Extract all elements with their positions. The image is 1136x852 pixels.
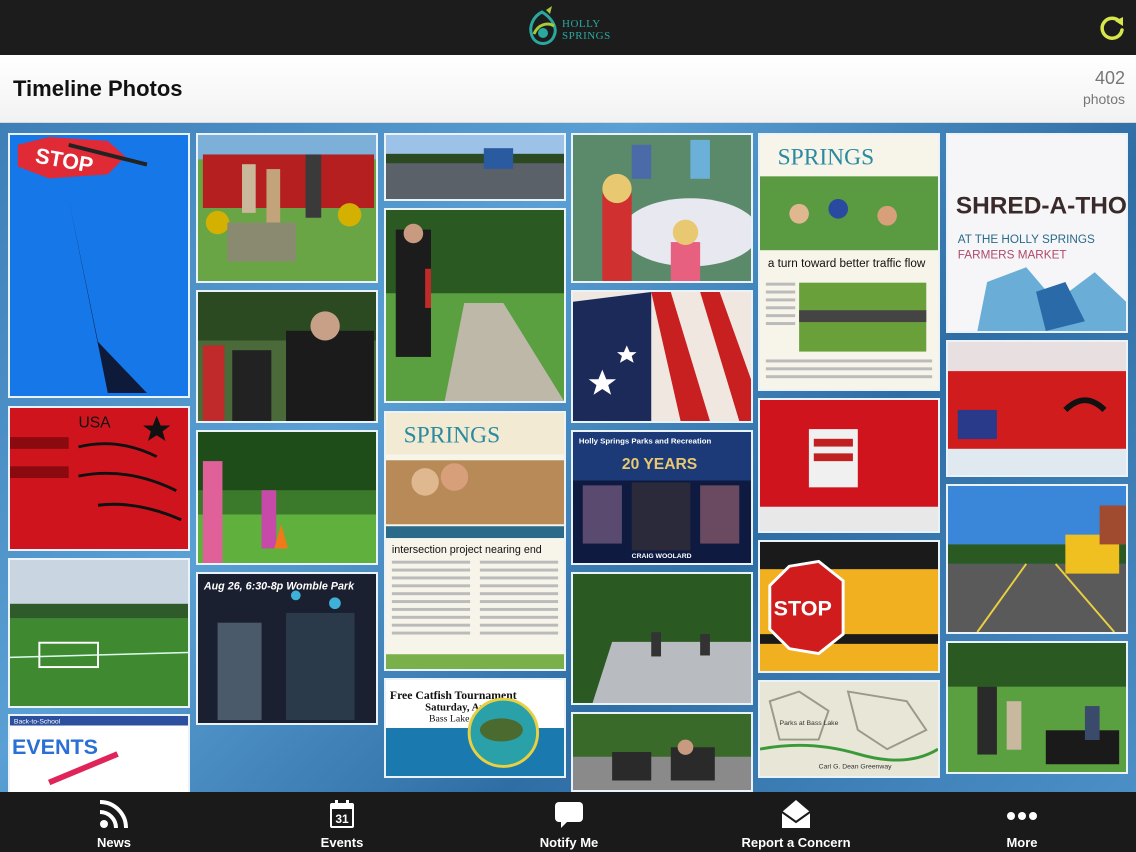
photo-events-flyer[interactable]: Back-to-School EVENTS bbox=[8, 714, 190, 792]
envelope-icon bbox=[781, 800, 811, 828]
springs1-title: SPRINGS bbox=[778, 144, 875, 170]
photo-kids-craft-table[interactable] bbox=[571, 133, 753, 283]
refresh-icon bbox=[1100, 16, 1124, 40]
tab-notify-me[interactable]: Notify Me bbox=[509, 792, 629, 852]
holly-springs-logo: HOLLY SPRINGS bbox=[522, 4, 622, 52]
tab-notify-label: Notify Me bbox=[539, 835, 599, 850]
logo-icon bbox=[529, 6, 557, 45]
tab-news[interactable]: News bbox=[54, 792, 174, 852]
photo-school-bus-stop[interactable]: STOP bbox=[758, 540, 940, 673]
photo-stop-sign-sky[interactable]: STOP bbox=[8, 133, 190, 398]
photo-greenway-map[interactable]: Parks at Bass Lake Carl G. Dean Greenway bbox=[758, 680, 940, 778]
photo-count-number: 402 bbox=[1094, 68, 1125, 88]
photo-motorcycles-road[interactable] bbox=[571, 572, 753, 705]
photo-shred-a-thon[interactable]: SHRED-A-THON AT THE HOLLY SPRINGS FARMER… bbox=[946, 133, 1128, 333]
photo-count-label: photos bbox=[1082, 91, 1125, 107]
more-dots-icon bbox=[1007, 812, 1037, 820]
shred-sub: AT THE HOLLY SPRINGS bbox=[958, 233, 1095, 246]
photo-hayride-group[interactable] bbox=[196, 133, 378, 283]
photo-springs-newsletter-traffic[interactable]: SPRINGS a turn toward better traffic flo… bbox=[758, 133, 940, 391]
photo-motorcycle-rally[interactable] bbox=[571, 712, 753, 792]
map-label1: Parks at Bass Lake bbox=[780, 720, 839, 727]
photo-springs-newsletter-intersection[interactable]: SPRINGS intersection project nearing end bbox=[384, 411, 566, 671]
springs2-title: SPRINGS bbox=[404, 422, 501, 448]
photo-concert-poster[interactable]: Aug 26, 6:30-8p Womble Park bbox=[196, 572, 378, 725]
page-title: Timeline Photos bbox=[13, 76, 183, 101]
photo-painted-eagle-flag[interactable] bbox=[758, 398, 940, 533]
chat-bubble-icon bbox=[555, 802, 583, 828]
springs2-headline: intersection project nearing end bbox=[392, 544, 542, 556]
photo-biker-park[interactable] bbox=[384, 208, 566, 403]
flag-usa-text: USA bbox=[78, 414, 111, 431]
tab-more[interactable]: More bbox=[962, 792, 1082, 852]
photo-catfish-flyer[interactable]: Free Catfish Tournament Saturday, Aug Ba… bbox=[384, 678, 566, 778]
tab-more-label: More bbox=[1006, 835, 1038, 850]
calendar-day: 31 bbox=[335, 812, 349, 826]
photo-painted-flag-wall[interactable] bbox=[946, 340, 1128, 477]
photo-archery[interactable] bbox=[196, 430, 378, 565]
calendar-icon: 31 bbox=[330, 800, 354, 828]
anniversary-years: 20 YEARS bbox=[622, 456, 697, 473]
logo-line1: HOLLY bbox=[562, 18, 601, 30]
rss-icon bbox=[99, 800, 128, 829]
shred-title: SHRED-A-THON bbox=[956, 192, 1126, 219]
anniversary-title: Holly Springs Parks and Recreation bbox=[579, 437, 712, 446]
anniversary-name: CRAIG WOOLARD bbox=[632, 553, 692, 560]
photo-painted-flag[interactable]: USA bbox=[8, 406, 190, 551]
tab-events[interactable]: 31 Events bbox=[282, 792, 402, 852]
top-bar: HOLLY SPRINGS bbox=[0, 0, 1136, 55]
photo-veterans-crowd[interactable] bbox=[196, 290, 378, 423]
photo-flag-signed[interactable] bbox=[571, 290, 753, 423]
photo-parking-lot[interactable] bbox=[384, 133, 566, 201]
tab-events-label: Events bbox=[320, 835, 364, 850]
photo-street-festival[interactable] bbox=[946, 484, 1128, 634]
shred-sub2: FARMERS MARKET bbox=[958, 248, 1067, 261]
bottom-tab-bar: News 31 Events Notify Me Report a Concer… bbox=[0, 792, 1136, 852]
photo-parks-rec-anniversary[interactable]: Holly Springs Parks and Recreation 20 YE… bbox=[571, 430, 753, 565]
springs1-headline: a turn toward better traffic flow bbox=[768, 257, 926, 270]
photo-soccer-field[interactable] bbox=[8, 558, 190, 708]
refresh-button[interactable] bbox=[1096, 12, 1128, 44]
logo-line2: SPRINGS bbox=[562, 30, 611, 42]
concert-text: Aug 26, 6:30-8p Womble Park bbox=[203, 581, 355, 593]
events-small-text: Back-to-School bbox=[14, 719, 61, 726]
school-stop-text: STOP bbox=[774, 597, 832, 621]
photo-count: 402 photos bbox=[1083, 68, 1125, 107]
events-big-text: EVENTS bbox=[12, 736, 98, 759]
tab-report-label: Report a Concern bbox=[741, 835, 851, 850]
photo-grid: STOP USA Back-to-School EVENTS Aug 26, 6… bbox=[0, 123, 1136, 792]
tab-report-concern[interactable]: Report a Concern bbox=[736, 792, 856, 852]
photo-park-crowd[interactable] bbox=[946, 641, 1128, 774]
map-label2: Carl G. Dean Greenway bbox=[819, 763, 893, 770]
tab-news-label: News bbox=[97, 835, 131, 850]
